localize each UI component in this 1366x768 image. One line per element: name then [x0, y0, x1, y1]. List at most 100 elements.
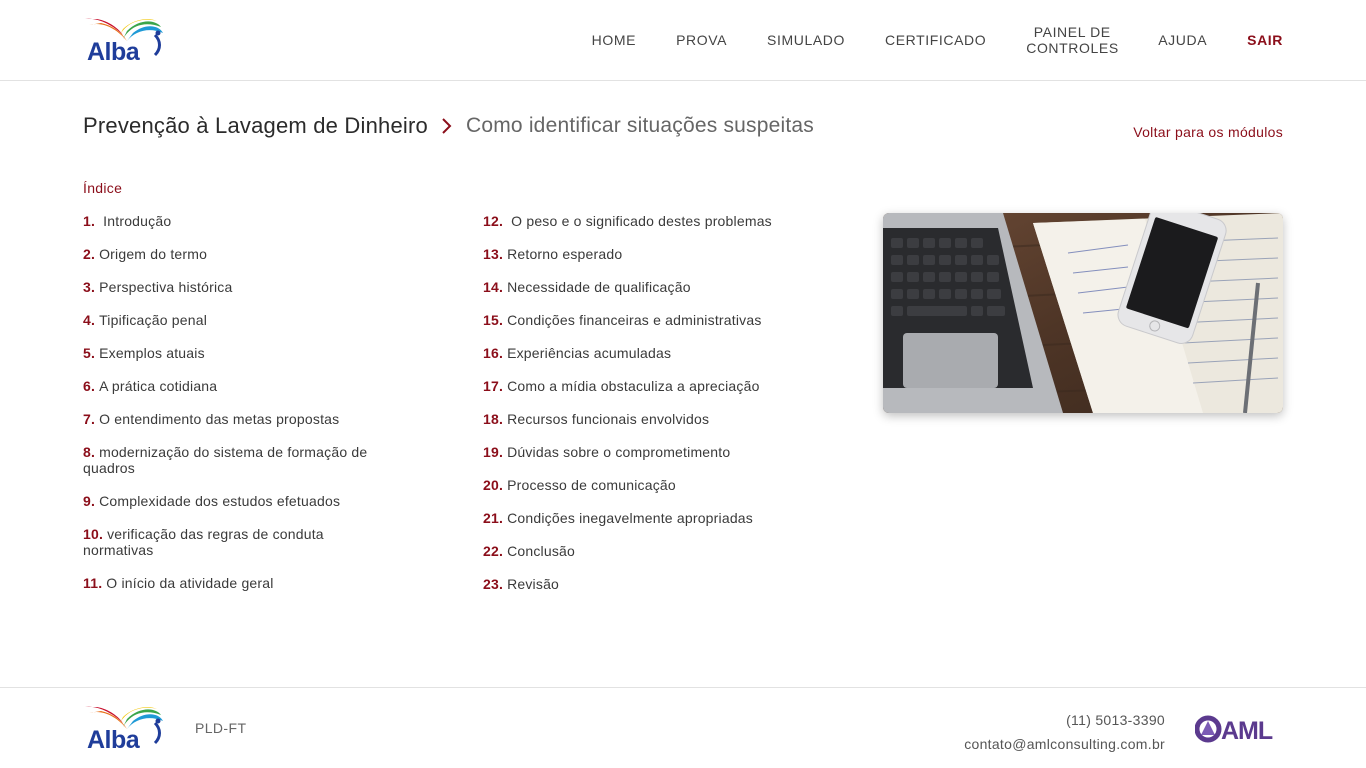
toc-number: 14. [483, 279, 504, 295]
toc-label: Origem do termo [99, 246, 208, 262]
toc-label: O peso e o significado destes problemas [507, 213, 772, 229]
alba-logo-text: Alba [87, 38, 140, 66]
nav-painel-de-controles[interactable]: PAINEL DE CONTROLES [1026, 24, 1118, 56]
nav-home[interactable]: HOME [592, 32, 636, 48]
toc-number: 13. [483, 246, 504, 262]
toc-item[interactable]: 7. O entendimento das metas propostas [83, 411, 383, 427]
toc-item[interactable]: 23. Revisão [483, 576, 823, 592]
toc-label: Complexidade dos estudos efetuados [99, 493, 341, 509]
contact-email[interactable]: contato@amlconsulting.com.br [964, 732, 1165, 756]
toc-number: 8. [83, 444, 96, 460]
toc-number: 12. [483, 213, 504, 229]
toc-item[interactable]: 12. O peso e o significado destes proble… [483, 213, 823, 229]
toc-label: Conclusão [507, 543, 576, 559]
index-column-1: 1. Introdução 2. Origem do termo 3. Perspe… [83, 213, 383, 608]
toc-label: A prática cotidiana [99, 378, 218, 394]
alba-logo-text: Alba [87, 726, 140, 754]
toc-item[interactable]: 21. Condições inegavelmente apropriadas [483, 510, 823, 526]
toc-label: Perspectiva histórica [99, 279, 233, 295]
toc-label: Retorno esperado [507, 246, 623, 262]
nav-prova[interactable]: PROVA [676, 32, 727, 48]
toc-item[interactable]: 16. Experiências acumuladas [483, 345, 823, 361]
toc-number: 17. [483, 378, 504, 394]
toc-label: Dúvidas sobre o comprometimento [507, 444, 731, 460]
toc-item[interactable]: 10. verificação das regras de conduta nor… [83, 526, 383, 558]
toc-label: Exemplos atuais [99, 345, 205, 361]
toc-item[interactable]: 9. Complexidade dos estudos efetuados [83, 493, 383, 509]
breadcrumb-module: Como identificar situações suspeitas [465, 114, 814, 137]
toc-item[interactable]: 2. Origem do termo [83, 246, 383, 262]
toc-item[interactable]: 17. Como a mídia obstaculiza a apreciação [483, 378, 823, 394]
toc-item[interactable]: 22. Conclusão [483, 543, 823, 559]
toc-number: 21. [483, 510, 504, 526]
toc-label: Revisão [507, 576, 560, 592]
breadcrumb-course[interactable]: Prevenção à Lavagem de Dinheiro [83, 113, 428, 139]
toc-item[interactable]: 3. Perspectiva histórica [83, 279, 383, 295]
toc-label: Condições financeiras e administrativas [507, 312, 762, 328]
toc-number: 23. [483, 576, 504, 592]
toc-label: Como a mídia obstaculiza a apreciação [507, 378, 760, 394]
header: Alba HOME PROVA SIMULADO CERTIFICADO PAI… [0, 0, 1366, 81]
toc-item[interactable]: 15. Condições financeiras e administrativ… [483, 312, 823, 328]
toc-label: Processo de comunicação [507, 477, 676, 493]
breadcrumb: Prevenção à Lavagem de Dinheiro Como ide… [83, 113, 814, 139]
toc-item[interactable]: 1. Introdução [83, 213, 383, 229]
toc-number: 3. [83, 279, 96, 295]
toc-label: verificação das regras de conduta normat… [83, 526, 324, 558]
contact-info: (11) 5013-3390 contato@amlconsulting.com… [964, 708, 1165, 756]
index-title: Índice [83, 180, 123, 196]
footer: Alba PLD-FT (11) 5013-3390 contato@amlco… [0, 687, 1366, 768]
toc-item[interactable]: 13. Retorno esperado [483, 246, 823, 262]
chevron-right-icon [440, 116, 454, 136]
toc-label: O entendimento das metas propostas [99, 411, 340, 427]
toc-label: Recursos funcionais envolvidos [507, 411, 710, 427]
aml-logo-mark-icon: AML [1194, 715, 1274, 745]
toc-number: 9. [83, 493, 96, 509]
toc-label: Condições inegavelmente apropriadas [507, 510, 753, 526]
footer-program-label: PLD-FT [195, 720, 247, 736]
toc-label: Necessidade de qualificação [507, 279, 691, 295]
toc-number: 15. [483, 312, 504, 328]
back-to-modules-link[interactable]: Voltar para os módulos [1133, 124, 1283, 140]
nav-certificado[interactable]: CERTIFICADO [885, 32, 986, 48]
toc-item[interactable]: 18. Recursos funcionais envolvidos [483, 411, 823, 427]
toc-number: 20. [483, 477, 504, 493]
toc-number: 18. [483, 411, 504, 427]
alba-logo[interactable]: Alba [83, 15, 165, 65]
toc-item[interactable]: 4. Tipificação penal [83, 312, 383, 328]
toc-item[interactable]: 5. Exemplos atuais [83, 345, 383, 361]
toc-number: 16. [483, 345, 504, 361]
toc-number: 6. [83, 378, 96, 394]
toc-item[interactable]: 19. Dúvidas sobre o comprometimento [483, 444, 823, 460]
index-column-2: 12. O peso e o significado destes proble… [483, 213, 823, 609]
aml-logo-text: AML [1221, 717, 1273, 743]
toc-label: Tipificação penal [99, 312, 208, 328]
toc-item[interactable]: 6. A prática cotidiana [83, 378, 383, 394]
contact-phone[interactable]: (11) 5013-3390 [964, 708, 1165, 732]
toc-label: Experiências acumuladas [507, 345, 672, 361]
toc-item[interactable]: 8. modernização do sistema de formação de… [83, 444, 383, 476]
toc-number: 7. [83, 411, 96, 427]
toc-number: 10. [83, 526, 104, 542]
main-nav: HOME PROVA SIMULADO CERTIFICADO PAINEL D… [552, 0, 1283, 80]
toc-label: modernização do sistema de formação de q… [83, 444, 368, 476]
toc-number: 2. [83, 246, 96, 262]
nav-sair[interactable]: SAIR [1247, 32, 1283, 48]
toc-number: 22. [483, 543, 504, 559]
footer-alba-logo: Alba [83, 703, 165, 753]
nav-simulado[interactable]: SIMULADO [767, 32, 845, 48]
nav-ajuda[interactable]: AJUDA [1158, 32, 1207, 48]
toc-number: 5. [83, 345, 96, 361]
toc-number: 19. [483, 444, 504, 460]
toc-number: 4. [83, 312, 96, 328]
module-cover-image [883, 213, 1283, 413]
toc-label: O início da atividade geral [106, 575, 274, 591]
desk-photo-illustration [883, 213, 1283, 413]
toc-number: 11. [83, 575, 103, 591]
toc-item[interactable]: 14. Necessidade de qualificação [483, 279, 823, 295]
aml-logo: AML [1194, 715, 1283, 745]
toc-number: 1. [83, 213, 96, 229]
toc-item[interactable]: 11. O início da atividade geral [83, 575, 383, 591]
toc-label: Introdução [99, 213, 172, 229]
toc-item[interactable]: 20. Processo de comunicação [483, 477, 823, 493]
